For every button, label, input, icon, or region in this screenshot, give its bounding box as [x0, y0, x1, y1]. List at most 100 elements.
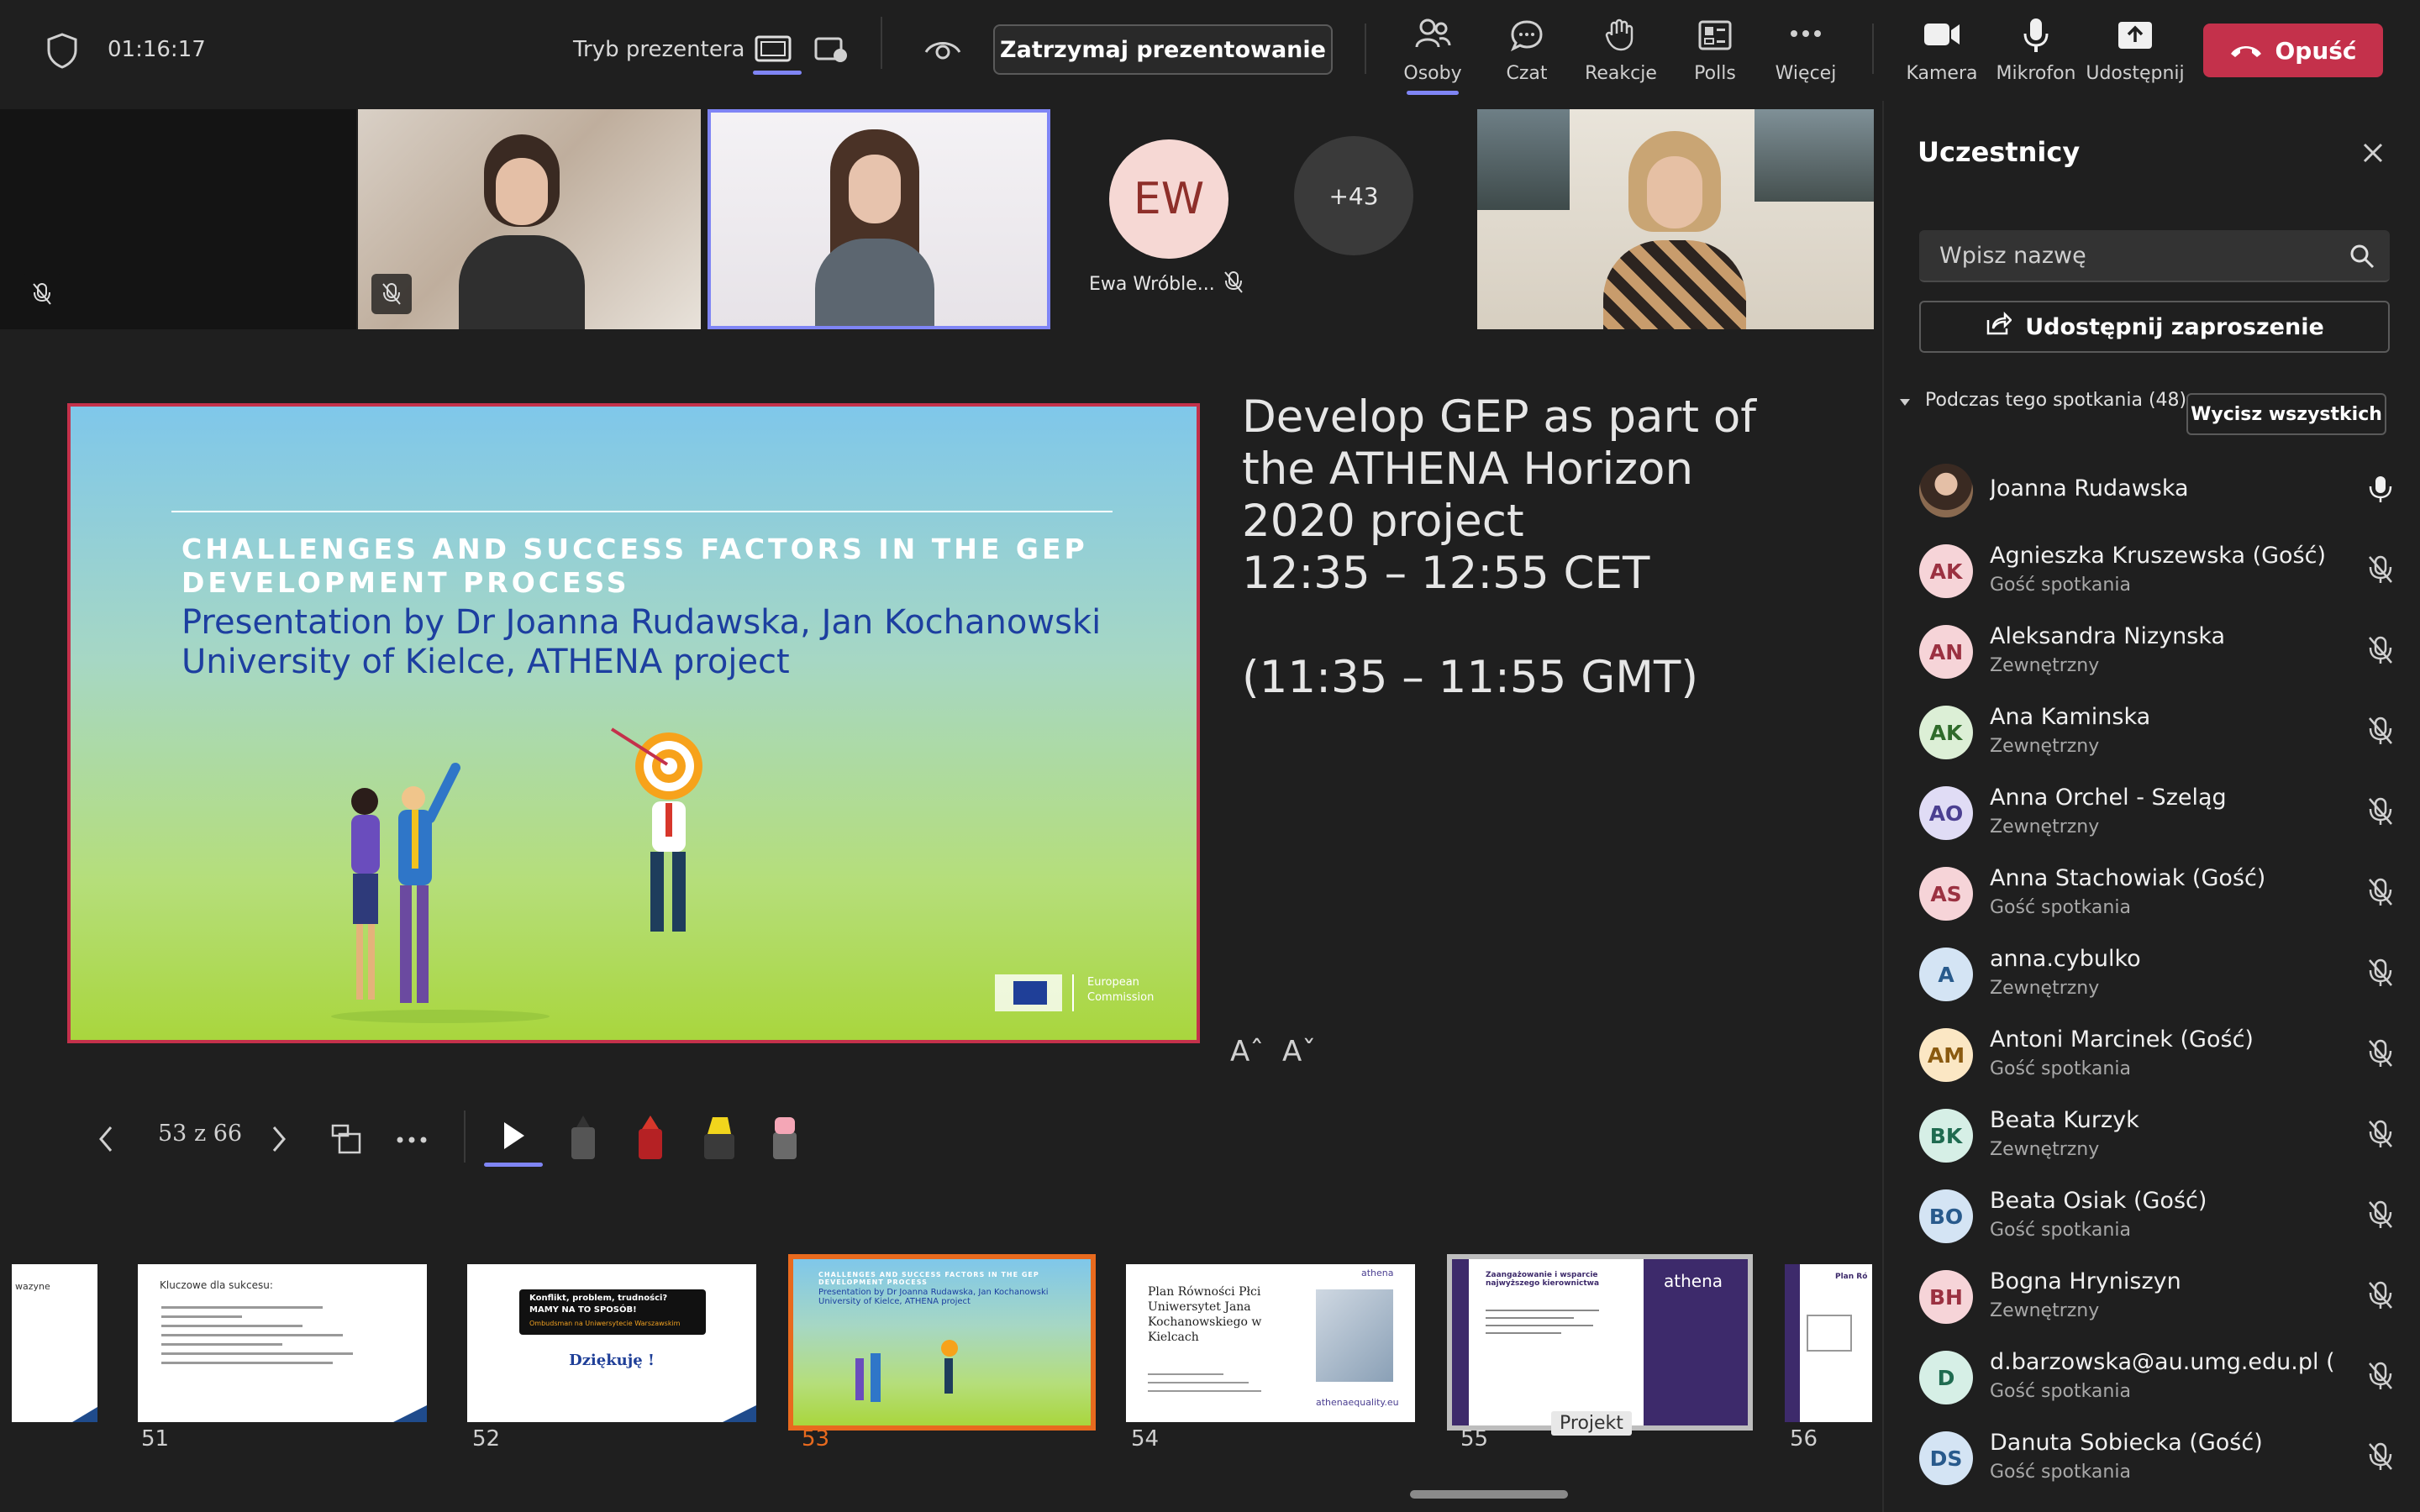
share-invite-button[interactable]: Udostępnij zaproszenie: [1919, 301, 2390, 353]
notes-line-3: (11:35 – 11:55 GMT): [1242, 652, 1699, 703]
avatar: [1919, 464, 1973, 517]
participant-row[interactable]: AO Anna Orchel - Szeląg Zewnętrzny: [1884, 771, 2420, 852]
avatar: AO: [1919, 786, 1973, 840]
mute-all-button[interactable]: Wycisz wszystkich: [2186, 393, 2386, 435]
muted-mic-icon: [2366, 1361, 2395, 1394]
reactions-icon[interactable]: [1566, 17, 1676, 55]
muted-mic-icon: [2366, 1441, 2395, 1475]
thumbnail-title: Plan Ró: [1835, 1273, 1868, 1281]
stop-presenting-button[interactable]: Zatrzymaj prezentowanie: [993, 24, 1333, 75]
video-tile-empty[interactable]: [0, 109, 356, 329]
participant-role: Zewnętrzny: [1990, 1139, 2100, 1160]
thumbnail-number-current: 53: [802, 1426, 830, 1452]
participant-search-input[interactable]: Wpisz nazwę: [1919, 230, 2390, 282]
participant-figure: [459, 134, 585, 329]
thumbnail-number: 51: [141, 1426, 170, 1452]
avatar: DS: [1919, 1431, 1973, 1485]
pen-black-icon[interactable]: [566, 1114, 600, 1164]
microphone-icon[interactable]: [1981, 17, 2091, 57]
slide-thumbnail-56-partial[interactable]: Plan Ró: [1785, 1264, 1872, 1422]
eraser-icon[interactable]: [768, 1114, 802, 1164]
leave-label: Opuść: [2275, 36, 2357, 65]
thumbnail-tooltip: Projekt: [1551, 1411, 1632, 1436]
increase-font-button[interactable]: Aˆ: [1230, 1035, 1264, 1068]
share-button[interactable]: Udostępnij: [2081, 63, 2190, 84]
toolbar-divider: [1365, 24, 1366, 74]
previous-slide-icon[interactable]: [94, 1122, 118, 1159]
chat-icon[interactable]: [1472, 18, 1581, 55]
slide-grid-icon[interactable]: [329, 1122, 363, 1159]
participant-role: Zewnętrzny: [1990, 736, 2100, 757]
slide-thumbnail-54[interactable]: Plan Równości Płci Uniwersytet Jana Koch…: [1126, 1264, 1415, 1422]
participant-row[interactable]: BH Bogna Hryniszyn Zewnętrzny: [1884, 1255, 2420, 1336]
participant-name: anna.cybulko: [1990, 946, 2141, 972]
participant-row[interactable]: Joanna Rudawska: [1884, 449, 2420, 529]
decrease-font-button[interactable]: Aˇ: [1282, 1035, 1316, 1068]
close-icon[interactable]: [2360, 139, 2386, 170]
video-tile-active-speaker[interactable]: [708, 109, 1050, 329]
muted-mic-icon: [2366, 1280, 2395, 1314]
participant-row[interactable]: AK Ana Kaminska Zewnętrzny: [1884, 690, 2420, 771]
participant-row[interactable]: BK Beata Kurzyk Zewnętrzny: [1884, 1094, 2420, 1174]
muted-mic-icon: [2366, 958, 2395, 991]
wall-picture: [1477, 109, 1570, 210]
presenter-view-icon[interactable]: [753, 34, 802, 75]
meeting-section-header[interactable]: Podczas tego spotkania (48): [1899, 390, 2186, 412]
pen-red-icon[interactable]: [634, 1114, 667, 1164]
highlighter-icon[interactable]: [701, 1114, 738, 1164]
participant-row[interactable]: AM Antoni Marcinek (Gość) Gość spotkania: [1884, 1013, 2420, 1094]
avatar: AM: [1919, 1028, 1973, 1082]
video-tile-participant-1[interactable]: [358, 109, 701, 329]
video-tile-ew[interactable]: EW Ewa Wróble...: [1067, 109, 1269, 329]
participant-name: Anna Orchel - Szeląg: [1990, 785, 2227, 811]
participant-row[interactable]: AS Anna Stachowiak (Gość) Gość spotkania: [1884, 852, 2420, 932]
participant-row[interactable]: Aanna.cybulko Zewnętrzny: [1884, 932, 2420, 1013]
thumbnail-number: 54: [1131, 1426, 1160, 1452]
share-screen-icon[interactable]: [2081, 20, 2190, 54]
thumbnail-logo: athena: [1361, 1268, 1394, 1278]
participant-name: Ana Kaminska: [1990, 704, 2151, 730]
target-illustration: [608, 726, 718, 936]
shield-icon[interactable]: [45, 32, 79, 72]
slide-thumbnail-53-current[interactable]: CHALLENGES AND SUCCESS FACTORS IN THE GE…: [788, 1254, 1096, 1431]
participant-role: Zewnętrzny: [1990, 655, 2100, 676]
reactions-button[interactable]: Reakcje: [1566, 63, 1676, 84]
toolbar-divider: [1872, 24, 1874, 74]
participant-figure: [1603, 131, 1746, 329]
slide-thumbnail-55[interactable]: Zaangażowanie i wsparcie najwyższego kie…: [1447, 1254, 1753, 1431]
participant-row[interactable]: AN Aleksandra Nizynska Zewnętrzny: [1884, 610, 2420, 690]
camera-icon[interactable]: [1887, 20, 1996, 52]
participant-row[interactable]: AK Agnieszka Kruszewska (Gość) Gość spotka…: [1884, 529, 2420, 610]
leave-button[interactable]: Opuść: [2203, 24, 2383, 77]
current-slide[interactable]: CHALLENGES AND SUCCESS FACTORS IN THE GE…: [67, 403, 1200, 1043]
participant-row[interactable]: BO Beata Osiak (Gość) Gość spotkania: [1884, 1174, 2420, 1255]
slide-thumbnail-partial[interactable]: wazyne: [12, 1264, 97, 1422]
top-toolbar: 01:16:17 Tryb prezentera Zatrzymaj preze…: [0, 0, 2420, 101]
slide-thumbnail-51[interactable]: Kluczowe dla sukcesu:: [138, 1264, 427, 1422]
people-icon[interactable]: [1378, 17, 1487, 54]
muted-mic-icon: [2366, 1038, 2395, 1072]
next-slide-icon[interactable]: [267, 1122, 291, 1159]
muted-mic-icon: [1223, 270, 1244, 297]
slide-more-icon[interactable]: [395, 1132, 429, 1148]
people-button[interactable]: Osoby: [1378, 63, 1487, 84]
thumbnail-scrollbar[interactable]: [1410, 1490, 1568, 1499]
camera-button[interactable]: Kamera: [1887, 63, 1996, 84]
pointer-tool-icon[interactable]: [484, 1119, 543, 1167]
thumbnail-title: Konflikt, problem, trudności? MAMY NA TO…: [529, 1294, 668, 1315]
microphone-button[interactable]: Mikrofon: [1981, 63, 2091, 84]
overflow-participants-tile[interactable]: +43: [1277, 109, 1428, 329]
slide-thumbnail-52[interactable]: Konflikt, problem, trudności? MAMY NA TO…: [467, 1264, 756, 1422]
participant-row[interactable]: DS Danuta Sobiecka (Gość) Gość spotkania: [1884, 1416, 2420, 1497]
eye-icon[interactable]: [923, 37, 963, 67]
controls-divider: [464, 1110, 466, 1163]
video-tile-participant-3[interactable]: [1477, 109, 1874, 329]
participant-row[interactable]: Dd.barzowska@au.umg.edu.pl (G... Gość spo…: [1884, 1336, 2420, 1416]
more-icon[interactable]: [1751, 25, 1860, 45]
more-button[interactable]: Więcej: [1751, 63, 1860, 84]
standout-view-icon[interactable]: [813, 35, 849, 69]
chat-button[interactable]: Czat: [1472, 63, 1581, 84]
participant-role: Gość spotkania: [1990, 1381, 2131, 1402]
wall-picture: [1754, 109, 1874, 202]
notes-line-1: Develop GEP as part of the ATHENA Horizo…: [1242, 391, 1756, 547]
